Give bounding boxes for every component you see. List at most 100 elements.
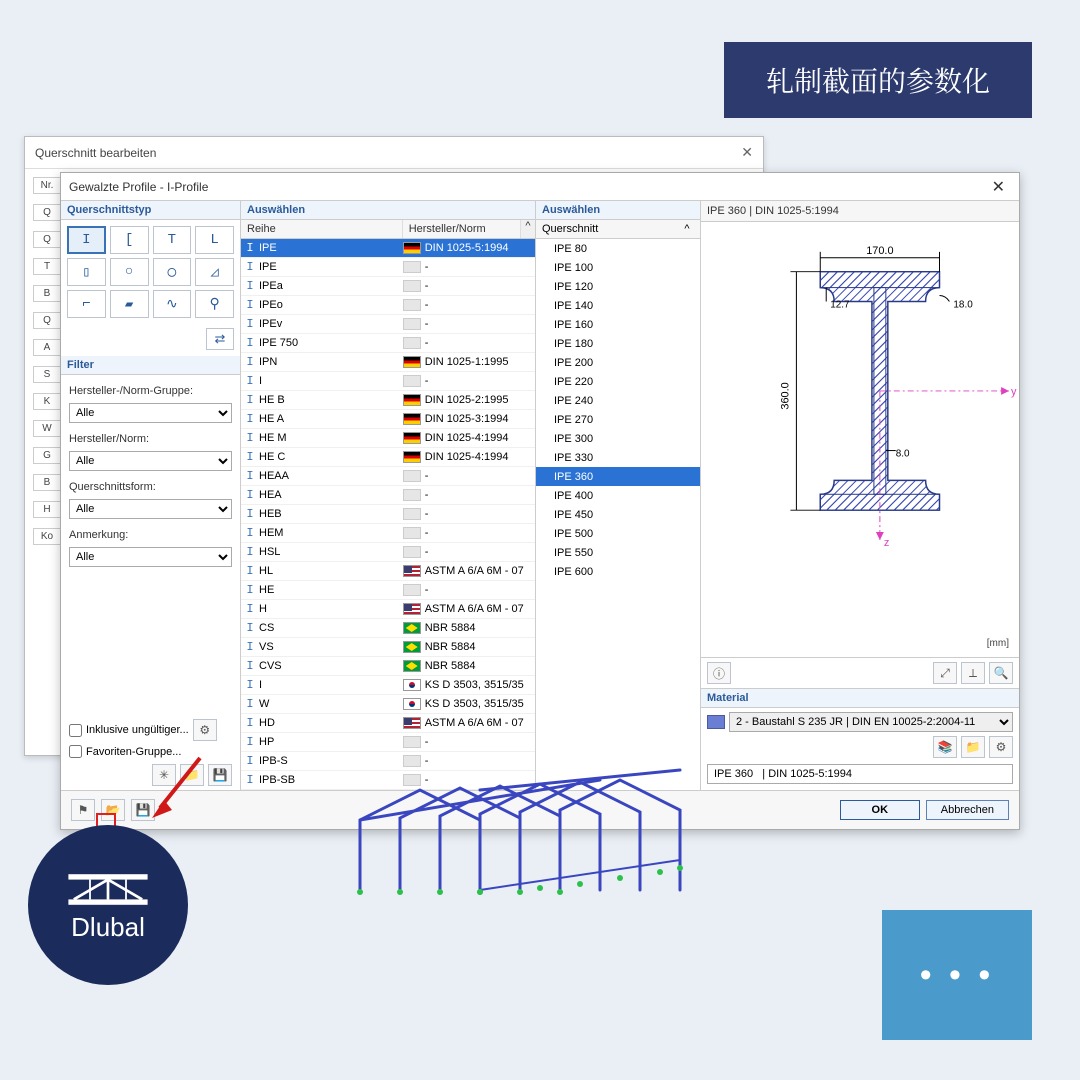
material-label: Material (701, 689, 1019, 708)
section-readout[interactable] (707, 764, 1013, 784)
series-row[interactable]: IHE ADIN 1025-3:1994 (241, 410, 535, 429)
size-row[interactable]: IPE 220 (536, 372, 700, 391)
size-row[interactable]: IPE 140 (536, 296, 700, 315)
series-col-norm[interactable]: Hersteller/Norm (403, 220, 521, 238)
size-row[interactable]: IPE 400 (536, 486, 700, 505)
series-row[interactable]: IIKS D 3503, 3515/35 (241, 676, 535, 695)
series-row[interactable]: IIPE- (241, 258, 535, 277)
structure-render (320, 720, 740, 910)
flip-button[interactable]: ⇄ (206, 328, 234, 350)
ok-button[interactable]: OK (840, 800, 920, 820)
series-row[interactable]: II- (241, 372, 535, 391)
close-icon[interactable]: ✕ (741, 144, 753, 161)
section-type-button[interactable]: L (195, 226, 234, 254)
size-row[interactable]: IPE 160 (536, 315, 700, 334)
size-row[interactable]: IPE 360 (536, 467, 700, 486)
section-type-button[interactable]: ▰ (110, 290, 149, 318)
filter-note-label: Anmerkung: (69, 529, 232, 541)
scroll-up-icon[interactable]: ^ (680, 223, 694, 235)
series-row[interactable]: IHEAA- (241, 467, 535, 486)
series-row[interactable]: IHEM- (241, 524, 535, 543)
svg-text:18.0: 18.0 (953, 299, 973, 310)
series-row[interactable]: IHLASTM A 6/A 6M - 07 (241, 562, 535, 581)
series-label: Auswählen (241, 201, 535, 220)
section-preview: 170.0 360.0 12.7 18.0 8.0 (701, 222, 1019, 560)
save-button[interactable]: 💾 (208, 764, 232, 786)
series-row[interactable]: IHE- (241, 581, 535, 600)
mat-folder-button[interactable]: 📁 (961, 736, 985, 758)
size-row[interactable]: IPE 600 (536, 562, 700, 581)
size-row[interactable]: IPE 180 (536, 334, 700, 353)
series-row[interactable]: IIPEv- (241, 315, 535, 334)
series-row[interactable]: IVSNBR 5884 (241, 638, 535, 657)
filter-note[interactable]: Alle (69, 547, 232, 567)
svg-text:12.7: 12.7 (830, 299, 850, 310)
mat-settings-button[interactable]: ⚙ (989, 736, 1013, 758)
filter-shape[interactable]: Alle (69, 499, 232, 519)
axis-button[interactable]: ⤢ (933, 662, 957, 684)
material-select[interactable]: 2 - Baustahl S 235 JR | DIN EN 10025-2:2… (729, 712, 1013, 732)
sizes-col-head[interactable]: Querschnitt (542, 223, 680, 235)
series-row[interactable]: IHEB- (241, 505, 535, 524)
scroll-up-icon[interactable]: ^ (521, 220, 535, 238)
zoom-button[interactable]: 🔍 (989, 662, 1013, 684)
size-row[interactable]: IPE 550 (536, 543, 700, 562)
favorites-checkbox[interactable] (69, 745, 82, 758)
series-row[interactable]: ICSNBR 5884 (241, 619, 535, 638)
series-row[interactable]: IHASTM A 6/A 6M - 07 (241, 600, 535, 619)
section-type-button[interactable]: ◿ (195, 258, 234, 286)
size-row[interactable]: IPE 100 (536, 258, 700, 277)
section-type-button[interactable]: [ (110, 226, 149, 254)
filter-manufacturer-group-label: Hersteller-/Norm-Gruppe: (69, 385, 232, 397)
section-type-grid: I[TL ▯○◯◿ ⌐▰∿⚲ (61, 220, 240, 324)
series-row[interactable]: IIPEDIN 1025-5:1994 (241, 239, 535, 258)
section-type-button[interactable]: ▯ (67, 258, 106, 286)
section-type-button[interactable]: I (67, 226, 106, 254)
parametrize-button[interactable]: ⚑ (71, 799, 95, 821)
series-row[interactable]: IIPEa- (241, 277, 535, 296)
size-row[interactable]: IPE 450 (536, 505, 700, 524)
size-row[interactable]: IPE 120 (536, 277, 700, 296)
svg-text:8.0: 8.0 (896, 449, 910, 460)
size-row[interactable]: IPE 200 (536, 353, 700, 372)
series-row[interactable]: IIPNDIN 1025-1:1995 (241, 353, 535, 372)
section-type-button[interactable]: ⚲ (195, 290, 234, 318)
more-tile[interactable]: • • • (882, 910, 1032, 1040)
section-type-button[interactable]: ∿ (153, 290, 192, 318)
dim-button[interactable]: ⟂ (961, 662, 985, 684)
filter-shape-label: Querschnittsform: (69, 481, 232, 493)
svg-text:360.0: 360.0 (779, 382, 791, 409)
size-row[interactable]: IPE 80 (536, 239, 700, 258)
series-row[interactable]: IIPEo- (241, 296, 535, 315)
size-row[interactable]: IPE 270 (536, 410, 700, 429)
size-row[interactable]: IPE 500 (536, 524, 700, 543)
series-row[interactable]: ICVSNBR 5884 (241, 657, 535, 676)
section-type-button[interactable]: ○ (110, 258, 149, 286)
series-row[interactable]: IHSL- (241, 543, 535, 562)
series-row[interactable]: IHEA- (241, 486, 535, 505)
size-row[interactable]: IPE 300 (536, 429, 700, 448)
size-row[interactable]: IPE 240 (536, 391, 700, 410)
cancel-button[interactable]: Abbrechen (926, 800, 1009, 820)
series-row[interactable]: IHE MDIN 1025-4:1994 (241, 429, 535, 448)
brand-name: Dlubal (71, 912, 145, 943)
series-list[interactable]: IIPEDIN 1025-5:1994IIPE-IIPEa-IIPEo-IIPE… (241, 239, 535, 790)
series-row[interactable]: IHE CDIN 1025-4:1994 (241, 448, 535, 467)
size-row[interactable]: IPE 330 (536, 448, 700, 467)
include-invalid-checkbox[interactable] (69, 724, 82, 737)
settings-button[interactable]: ⚙ (193, 719, 217, 741)
section-type-button[interactable]: ◯ (153, 258, 192, 286)
series-col-name[interactable]: Reihe (241, 220, 403, 238)
back-dialog-stub: Nr.QQTBQASKWGBHKo (33, 177, 61, 545)
series-row[interactable]: IIPE 750- (241, 334, 535, 353)
filter-manufacturer[interactable]: Alle (69, 451, 232, 471)
info-button[interactable]: ⓘ (707, 662, 731, 684)
section-type-button[interactable]: T (153, 226, 192, 254)
close-icon[interactable]: ✕ (986, 177, 1011, 197)
series-row[interactable]: IWKS D 3503, 3515/35 (241, 695, 535, 714)
series-row[interactable]: IHE BDIN 1025-2:1995 (241, 391, 535, 410)
library-button[interactable]: 📚 (933, 736, 957, 758)
filter-manufacturer-group[interactable]: Alle (69, 403, 232, 423)
size-list[interactable]: IPE 80IPE 100IPE 120IPE 140IPE 160IPE 18… (536, 239, 700, 790)
section-type-button[interactable]: ⌐ (67, 290, 106, 318)
